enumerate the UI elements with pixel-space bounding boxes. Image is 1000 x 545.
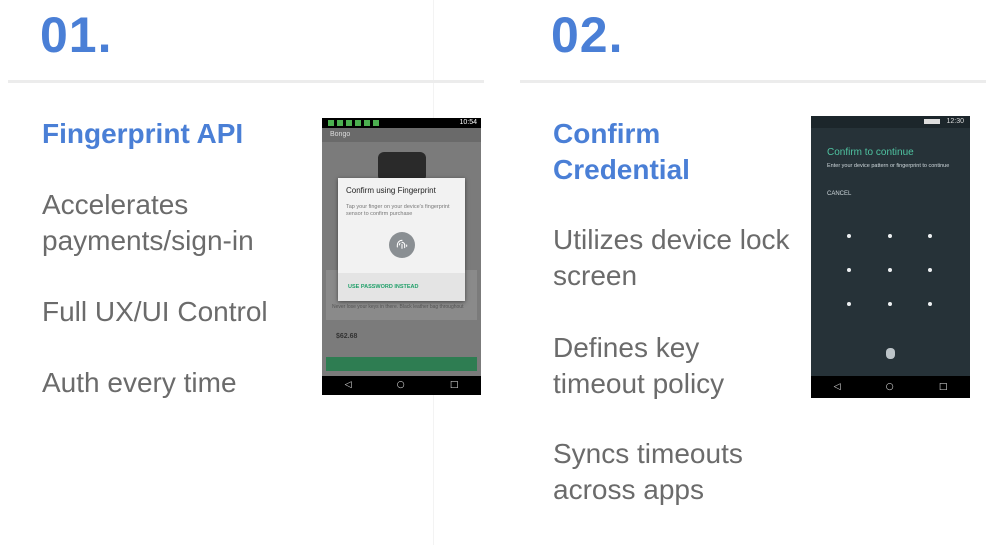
section-number-2: 02. — [551, 7, 624, 63]
dialog-footer: USE PASSWORD INSTEAD — [338, 273, 465, 301]
home-icon[interactable]: ○ — [397, 381, 405, 390]
pattern-dot-icon[interactable] — [888, 234, 892, 238]
back-icon[interactable]: ◁ — [834, 382, 841, 392]
bullet-auth-every-time: Auth every time — [42, 367, 237, 398]
bullet-sync-timeouts: Syncs timeouts across apps — [553, 438, 743, 505]
fingerprint-icon — [886, 348, 895, 359]
confirm-subtitle: Enter your device pattern or fingerprint… — [827, 163, 950, 169]
pattern-dot-icon[interactable] — [847, 234, 851, 238]
cancel-button[interactable]: CANCEL — [827, 191, 851, 197]
fingerprint-phone-screenshot: 10:54 Bongo Never lose your keys in ther… — [322, 118, 481, 395]
pattern-dot-icon[interactable] — [928, 302, 932, 306]
fingerprint-dialog: Confirm using Fingerprint Tap your finge… — [338, 178, 465, 301]
nav-bar: ◁ ○ □ — [811, 376, 970, 398]
bullet-ux-ui-control: Full UX/UI Control — [42, 296, 268, 327]
status-bar: 12:30 — [811, 116, 970, 128]
notification-icons — [328, 120, 408, 126]
home-icon[interactable]: ○ — [886, 382, 894, 392]
confirm-credential-phone-screenshot: 12:30 Confirm to continue Enter your dev… — [811, 116, 970, 398]
dialog-body: Tap your finger on your device's fingerp… — [346, 204, 450, 217]
pattern-dot-icon[interactable] — [928, 268, 932, 272]
pattern-dot-icon[interactable] — [847, 302, 851, 306]
recents-icon[interactable]: □ — [939, 382, 948, 392]
back-icon[interactable]: ◁ — [345, 381, 352, 390]
purchase-button[interactable] — [326, 357, 477, 371]
fingerprint-icon — [389, 232, 415, 258]
bullet-accelerates-payments: Accelerates payments/sign-in — [42, 189, 254, 256]
app-name: Bongo — [330, 131, 351, 138]
use-password-button[interactable]: USE PASSWORD INSTEAD — [348, 284, 419, 290]
pattern-dot-icon[interactable] — [888, 268, 892, 272]
status-time: 12:30 — [946, 118, 964, 125]
section-number-1: 01. — [40, 7, 113, 63]
nav-bar: ◁ ○ □ — [322, 376, 481, 395]
bullet-key-timeout-policy: Defines key timeout policy — [553, 332, 725, 399]
confirm-title: Confirm to continue — [827, 147, 914, 158]
pattern-dot-icon[interactable] — [888, 302, 892, 306]
pattern-dot-icon[interactable] — [847, 268, 851, 272]
pattern-dot-icon[interactable] — [928, 234, 932, 238]
status-time: 10:54 — [459, 119, 477, 126]
section-heading-2: Confirm Credential — [553, 118, 690, 185]
product-description: Never lose your keys in there. Black lea… — [332, 304, 464, 310]
signal-battery-icon — [924, 119, 940, 124]
section-heading-1: Fingerprint API — [42, 118, 244, 149]
status-bar: 10:54 — [322, 118, 481, 128]
dialog-title: Confirm using Fingerprint — [346, 186, 436, 195]
app-screen: Bongo Never lose your keys in there. Bla… — [322, 128, 481, 376]
app-bar: Bongo — [322, 128, 481, 142]
section-rule-2 — [520, 80, 986, 83]
bullet-device-lock-screen: Utilizes device lock screen — [553, 224, 790, 291]
product-image — [378, 152, 426, 180]
recents-icon[interactable]: □ — [450, 381, 459, 390]
product-price: $62.68 — [336, 333, 358, 340]
section-rule-1 — [8, 80, 484, 83]
